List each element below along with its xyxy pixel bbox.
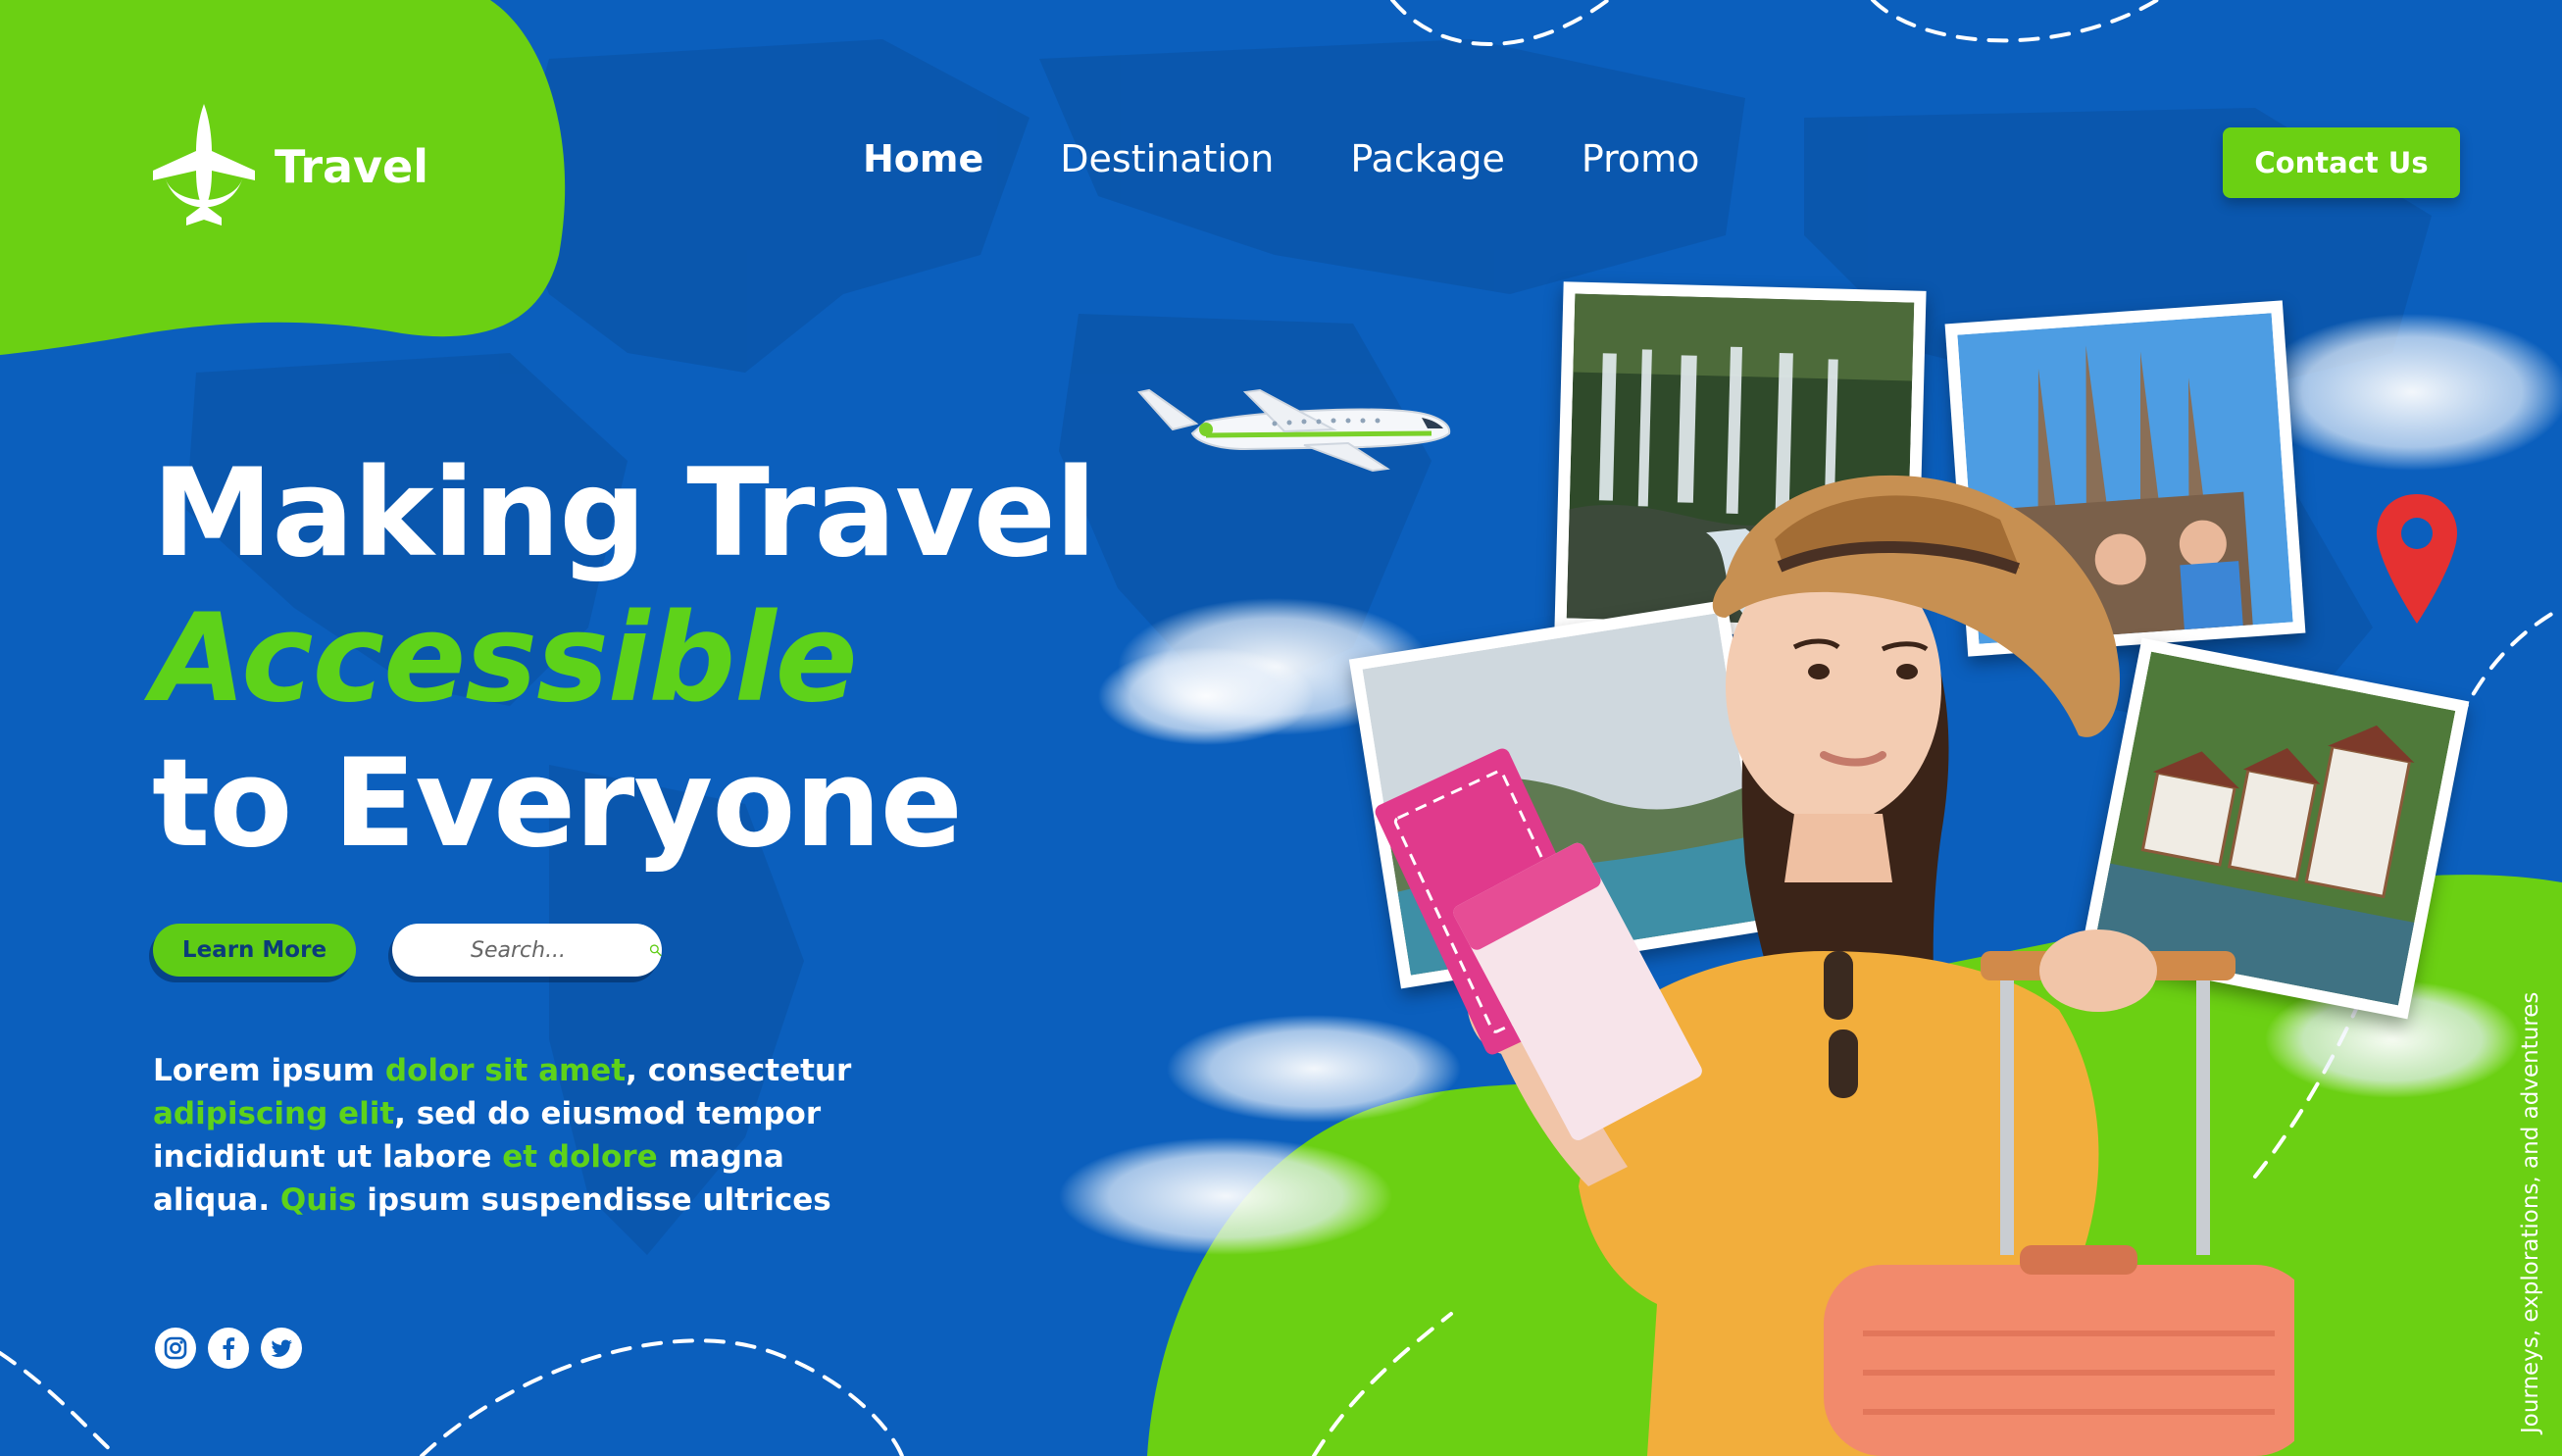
nav-item-package[interactable]: Package <box>1350 137 1505 180</box>
intro-highlight: dolor sit amet <box>384 1053 627 1088</box>
search-icon[interactable] <box>649 933 662 967</box>
hero-heading: Making Travel Accessible to Everyone <box>152 441 1132 877</box>
hero-line-1: Making Travel <box>152 443 1096 584</box>
hero-line-3: to Everyone <box>152 733 963 875</box>
intro-segment: ipsum suspendisse ultrices <box>356 1182 831 1218</box>
brand-logo[interactable]: Travel <box>147 98 441 235</box>
main-nav: Home Destination Package Promo <box>863 129 1776 188</box>
hero-line-2: Accessible <box>152 588 858 729</box>
brand-name: Travel <box>275 140 429 193</box>
contact-us-button[interactable]: Contact Us <box>2223 127 2460 198</box>
nav-item-promo[interactable]: Promo <box>1582 137 1700 180</box>
intro-highlight: Quis <box>279 1182 357 1218</box>
location-pin-icon <box>2377 494 2457 624</box>
nav-item-home[interactable]: Home <box>863 137 983 180</box>
instagram-icon[interactable] <box>155 1328 196 1369</box>
intro-highlight: et dolore <box>502 1139 658 1175</box>
search-input[interactable] <box>471 937 657 963</box>
twitter-icon[interactable] <box>261 1328 302 1369</box>
learn-more-button[interactable]: Learn More <box>153 924 356 977</box>
search-box <box>392 924 662 977</box>
facebook-icon[interactable] <box>208 1328 249 1369</box>
intro-highlight: adipiscing elit <box>153 1096 395 1131</box>
intro-segment: , consectetur <box>626 1053 852 1088</box>
nav-item-destination[interactable]: Destination <box>1060 137 1274 180</box>
intro-paragraph: Lorem ipsum dolor sit amet, consectetur … <box>153 1049 859 1222</box>
intro-segment: Lorem ipsum <box>153 1053 385 1088</box>
vertical-tagline: Journeys, explorations, and adventures <box>2518 991 2543 1433</box>
airplane-logo-icon <box>153 104 255 226</box>
traveler-woman-illustration <box>1375 475 2294 1456</box>
social-links <box>155 1328 314 1369</box>
